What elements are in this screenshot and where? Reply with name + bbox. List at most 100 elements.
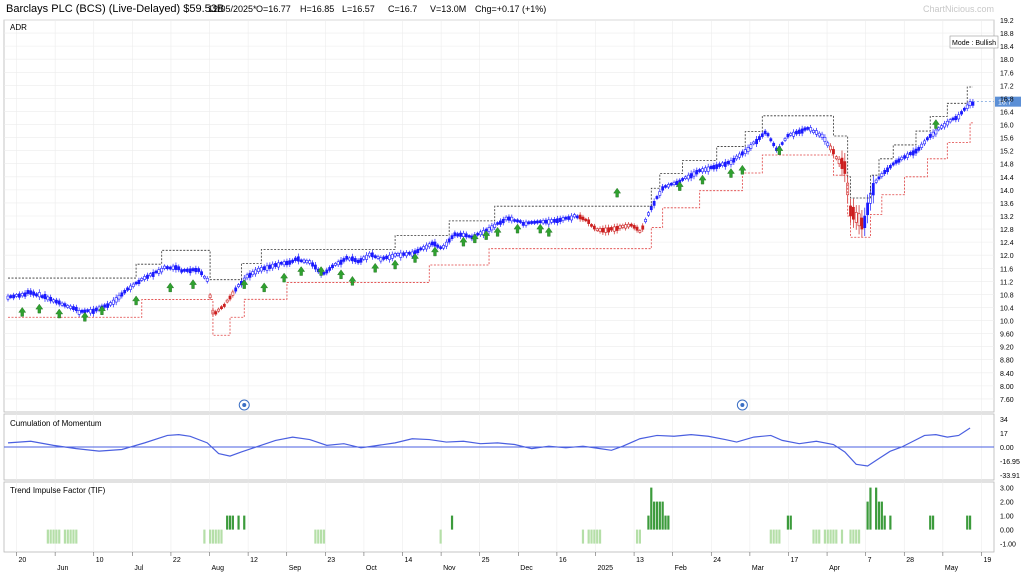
tif-bar	[815, 529, 818, 544]
candle-body	[809, 127, 813, 132]
tif-bar	[581, 529, 585, 544]
candle-body	[735, 155, 739, 160]
candle-body	[370, 252, 374, 258]
candle-body	[402, 252, 406, 256]
tif-bar	[855, 529, 858, 544]
tif-bar	[237, 515, 240, 530]
tif-bar	[450, 515, 454, 530]
tif-bar	[72, 529, 75, 544]
price-tick-label: 11.2	[1000, 279, 1013, 286]
candle-body	[897, 158, 901, 163]
candle-body	[814, 130, 818, 135]
candle-body	[160, 267, 164, 273]
tif-bar	[596, 529, 599, 544]
candle-body	[237, 284, 240, 288]
candle-body	[701, 168, 704, 173]
candle-body	[666, 184, 670, 188]
tif-bar	[226, 515, 229, 530]
candle-body	[188, 268, 192, 274]
candle-body	[820, 133, 824, 138]
candle-body	[553, 218, 556, 223]
candle-body	[658, 191, 662, 196]
candle-body	[405, 252, 408, 257]
candle-body	[6, 295, 10, 300]
candle-body	[442, 245, 445, 249]
candle-body	[638, 230, 642, 233]
candle-body	[15, 294, 18, 297]
tif-bar	[655, 501, 659, 530]
tif-bar	[653, 501, 656, 530]
candle-body	[607, 227, 610, 233]
price-tick-label: 15.2	[1000, 149, 1014, 156]
candle-body	[752, 141, 756, 145]
candle-body	[456, 233, 460, 237]
date-tick-label: Jul	[134, 565, 143, 572]
price-tick-label: 8.40	[1000, 371, 1014, 378]
tif-bar	[661, 501, 664, 530]
tif-bar	[664, 515, 667, 530]
price-tick-label: 12.4	[1000, 240, 1014, 247]
candle-body	[516, 219, 519, 223]
candle-body	[672, 181, 676, 185]
candle-body	[692, 171, 696, 177]
candle-body	[205, 277, 209, 282]
candle-body	[578, 214, 582, 220]
candle-body	[388, 254, 391, 260]
price-tick-label: 12.8	[1000, 227, 1014, 234]
candle-body	[180, 269, 184, 273]
candle-body	[644, 218, 647, 223]
candle-body	[305, 260, 309, 264]
tif-bar	[52, 529, 55, 544]
date-tick-label: 16	[559, 557, 567, 564]
candle-body	[931, 131, 935, 137]
candle-body	[29, 290, 33, 295]
candle-body	[686, 174, 690, 180]
candle-body	[763, 130, 767, 135]
tif-bar	[203, 529, 206, 544]
candle-body	[282, 261, 286, 266]
tif-bar	[832, 529, 835, 544]
candle-body	[900, 156, 904, 160]
tif-tick-label: 0.00	[1000, 528, 1014, 535]
tif-bar	[211, 529, 215, 544]
candle-body	[533, 220, 536, 224]
candle-body	[612, 226, 616, 232]
price-tick-label: 14.8	[1000, 162, 1014, 169]
candle-body	[94, 307, 98, 312]
candle-body	[635, 226, 639, 231]
candle-body	[430, 241, 434, 246]
date-tick-label: 7	[868, 557, 872, 564]
price-tick-label: 18.0	[1000, 57, 1014, 64]
tif-bar	[852, 529, 855, 544]
tif-bar	[638, 529, 641, 544]
candle-body	[755, 138, 758, 145]
candle-body	[177, 266, 181, 271]
candle-body	[120, 292, 124, 297]
candle-body	[712, 165, 716, 170]
candle-body	[780, 142, 784, 145]
candle-body	[940, 125, 944, 129]
tif-bar	[593, 529, 596, 544]
tif-bar	[214, 529, 217, 544]
candle-body	[396, 252, 400, 256]
candle-body	[234, 287, 238, 292]
candle-body	[459, 232, 462, 237]
candle-body	[109, 302, 112, 306]
date-tick-label: Oct	[366, 565, 377, 572]
candle-body	[647, 212, 650, 216]
tif-bar	[869, 487, 872, 530]
date-tick-label: Dec	[520, 565, 533, 572]
candle-body	[615, 226, 619, 231]
candle-body	[57, 300, 61, 305]
tif-bar	[818, 529, 821, 544]
candle-body	[487, 227, 491, 232]
tif-bar	[314, 529, 317, 544]
candle-body	[89, 309, 92, 314]
price-tick-label: 15.6	[1000, 136, 1014, 143]
candle-body	[339, 259, 343, 265]
candle-body	[490, 225, 494, 231]
date-tick-label: 24	[713, 557, 721, 564]
candle-body	[183, 269, 186, 272]
candle-body	[117, 294, 121, 300]
candle-body	[26, 290, 30, 294]
